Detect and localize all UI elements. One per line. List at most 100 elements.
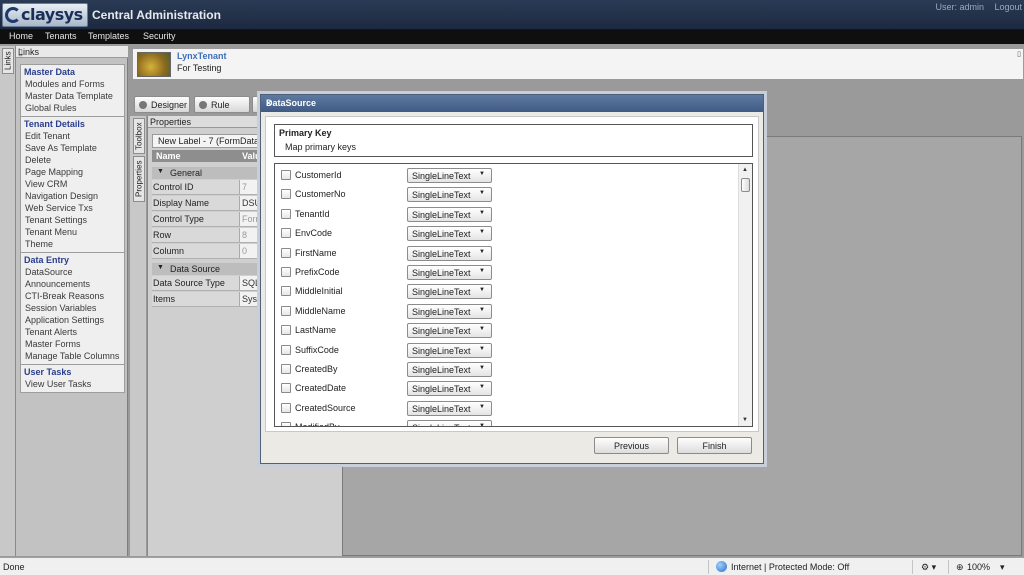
previous-button[interactable]: Previous: [594, 437, 669, 454]
links-item[interactable]: Delete: [25, 155, 51, 165]
vertical-scrollbar[interactable]: ▲ ▼: [738, 164, 752, 426]
primary-key-checkbox[interactable]: [281, 402, 291, 413]
field-type-select[interactable]: SingleLineText ▼: [407, 420, 492, 426]
tab-properties[interactable]: Properties: [133, 156, 145, 202]
links-item[interactable]: Global Rules: [25, 103, 77, 113]
field-type-select[interactable]: SingleLineText ▼: [407, 226, 492, 242]
links-item[interactable]: Edit Tenant: [25, 131, 70, 141]
scroll-up-icon[interactable]: ▲: [742, 167, 748, 173]
field-type-select[interactable]: SingleLineText ▼: [407, 265, 492, 280]
links-item[interactable]: Master Forms: [25, 339, 81, 349]
primary-key-checkbox[interactable]: [281, 422, 291, 426]
field-mapping-row: LastName SingleLineText ▼: [275, 321, 737, 340]
field-type-select[interactable]: SingleLineText ▼: [407, 381, 492, 397]
links-item[interactable]: Save As Template: [25, 143, 97, 153]
links-group-title[interactable]: User Tasks: [24, 367, 71, 377]
field-type-select[interactable]: SingleLineText ▼: [407, 168, 492, 183]
security-zone[interactable]: Internet | Protected Mode: Off: [731, 562, 849, 572]
primary-key-checkbox[interactable]: [281, 344, 291, 355]
links-item[interactable]: Session Variables: [25, 303, 96, 313]
logout-link[interactable]: Logout: [994, 2, 1022, 12]
field-type-select[interactable]: SingleLineText ▼: [407, 245, 492, 261]
links-item[interactable]: Web Service Txs: [25, 203, 93, 213]
field-type-select[interactable]: SingleLineText ▼: [407, 206, 492, 222]
finish-button[interactable]: Finish: [677, 437, 752, 454]
primary-key-checkbox[interactable]: [281, 208, 291, 219]
tab-toolbox[interactable]: Toolbox: [133, 118, 145, 154]
pin-icon[interactable]: ▯: [18, 47, 126, 58]
datasource-dialog: DataSource × Primary Key Map primary key…: [260, 94, 764, 464]
links-group: Master Data Modules and Forms Master Data …: [20, 64, 125, 117]
links-item[interactable]: Tenant Alerts: [25, 327, 77, 337]
field-mapping-row: CustomerNo SingleLineText ▼: [275, 185, 737, 204]
field-type-value: SingleLineText: [412, 345, 471, 356]
close-icon[interactable]: ×: [266, 98, 757, 108]
primary-key-checkbox[interactable]: [281, 247, 291, 258]
field-type-select[interactable]: SingleLineText ▼: [407, 187, 492, 203]
links-item[interactable]: Tenant Menu: [25, 227, 77, 237]
menu-templates[interactable]: Templates: [88, 31, 129, 41]
links-panel: Links ▯ Master Data Modules and Forms Mast…: [16, 46, 128, 556]
links-panel-header: Links ▯: [16, 46, 128, 58]
field-type-select[interactable]: SingleLineText ▼: [407, 284, 492, 300]
primary-key-checkbox[interactable]: [281, 170, 291, 180]
scroll-thumb[interactable]: [741, 178, 750, 192]
field-type-select[interactable]: SingleLineText ▼: [407, 400, 492, 416]
links-item[interactable]: Modules and Forms: [25, 79, 105, 89]
links-item[interactable]: Announcements: [25, 279, 90, 289]
chevron-down-icon[interactable]: ▾: [1000, 562, 1005, 573]
property-value: 0: [242, 246, 248, 256]
field-type-select[interactable]: SingleLineText ▼: [407, 303, 492, 319]
field-type-select[interactable]: SingleLineText ▼: [407, 362, 492, 377]
field-type-select[interactable]: SingleLineText ▼: [407, 342, 492, 358]
links-item[interactable]: Tenant Settings: [25, 215, 87, 225]
protected-mode-icon[interactable]: ⚙ ▾: [921, 562, 936, 573]
field-mapping-row: TenantId SingleLineText ▼: [275, 205, 737, 224]
field-mapping-row: ModifiedBy SingleLineText ▼: [275, 418, 737, 426]
links-item[interactable]: Manage Table Columns: [25, 351, 119, 361]
links-item[interactable]: DataSource: [25, 267, 73, 277]
designer-button-label: Designer: [151, 100, 188, 110]
scroll-down-icon[interactable]: ▼: [742, 417, 748, 423]
links-item[interactable]: Master Data Template: [25, 91, 113, 101]
links-item[interactable]: View User Tasks: [25, 379, 91, 389]
primary-key-checkbox[interactable]: [281, 325, 291, 336]
logo-mark-icon: [5, 7, 21, 23]
links-group-title[interactable]: Tenant Details: [24, 119, 85, 129]
primary-key-checkbox[interactable]: [281, 383, 291, 394]
links-item[interactable]: Navigation Design: [25, 191, 98, 201]
rule-button-label: Rule: [211, 100, 230, 110]
links-item[interactable]: View CRM: [25, 179, 67, 189]
primary-key-checkbox[interactable]: [281, 228, 291, 239]
menu-security[interactable]: Security: [143, 31, 176, 41]
field-name: SuffixCode: [295, 344, 339, 355]
tenant-name[interactable]: LynxTenant: [177, 51, 227, 61]
primary-key-checkbox[interactable]: [281, 189, 291, 200]
menu-home[interactable]: Home: [9, 31, 33, 41]
links-group-title[interactable]: Data Entry: [24, 255, 69, 265]
primary-key-checkbox[interactable]: [281, 286, 291, 297]
links-item[interactable]: Theme: [25, 239, 53, 249]
field-name: FirstName: [295, 247, 337, 258]
links-item[interactable]: Application Settings: [25, 315, 104, 325]
status-text: Done: [3, 562, 25, 572]
field-type-value: SingleLineText: [412, 326, 471, 337]
rule-button[interactable]: Rule: [194, 96, 250, 113]
tab-links[interactable]: Links: [2, 48, 14, 74]
primary-key-checkbox[interactable]: [281, 305, 291, 316]
zoom-level[interactable]: 100%: [967, 562, 990, 572]
rule-icon: [199, 101, 207, 109]
chevron-down-icon: ▼: [479, 365, 485, 371]
field-type-select[interactable]: SingleLineText ▼: [407, 323, 492, 339]
pin-icon[interactable]: ▯: [1017, 50, 1021, 58]
primary-key-checkbox[interactable]: [281, 267, 291, 277]
designer-button[interactable]: Designer: [134, 96, 190, 113]
links-item[interactable]: CTI-Break Reasons: [25, 291, 104, 301]
primary-key-checkbox[interactable]: [281, 364, 291, 374]
property-value: SQL: [242, 278, 261, 288]
links-group-title[interactable]: Master Data: [24, 67, 75, 77]
links-item[interactable]: Page Mapping: [25, 167, 83, 177]
menu-tenants[interactable]: Tenants: [45, 31, 77, 41]
field-name: CustomerNo: [295, 189, 346, 200]
field-type-value: SingleLineText: [412, 384, 471, 395]
